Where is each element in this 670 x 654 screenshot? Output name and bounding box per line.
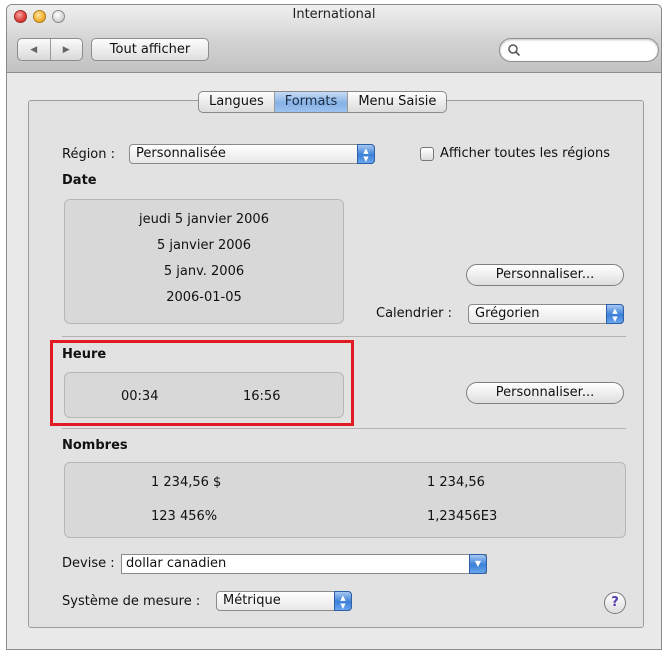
currency-combo[interactable]: dollar canadien ▼ [121,554,487,574]
tab-bar: Langues Formats Menu Saisie [198,91,448,113]
measure-popup[interactable]: Métrique ▲ ▼ [216,591,352,611]
numbers-samples-box: 1 234,56 $ 1 234,56 123 456% 1,23456E3 [64,462,626,538]
currency-value: dollar canadien [126,556,227,571]
show-all-regions-label: Afficher toutes les régions [440,146,611,161]
calendar-label: Calendrier : [376,306,452,321]
date-heading: Date [62,173,97,188]
help-button[interactable]: ? [604,592,626,614]
calendar-value: Grégorien [475,306,540,321]
search-input[interactable] [499,38,659,62]
scientific-sample: 1,23456E3 [427,509,498,524]
currency-label: Devise : [62,556,115,571]
show-all-button[interactable]: Tout afficher [91,38,209,61]
measure-value: Métrique [223,593,281,608]
back-arrow-icon[interactable]: ◀ [18,39,51,60]
calendar-popup[interactable]: Grégorien ▲ ▼ [468,304,624,324]
divider [62,336,626,337]
search-icon [508,44,521,57]
region-value: Personnalisée [136,146,226,161]
title-bar: International ◀ ▶ Tout afficher [7,5,661,73]
currency-sample: 1 234,56 $ [151,475,222,490]
region-label: Région : [62,147,116,162]
divider [62,428,626,429]
tab-langues[interactable]: Langues [199,92,275,112]
tab-menu-saisie[interactable]: Menu Saisie [348,92,446,112]
window-title: International [292,7,376,22]
date-customize-button[interactable]: Personnaliser... [466,264,624,286]
date-sample-numeric: 2006-01-05 [166,290,242,305]
chevron-down-icon[interactable]: ▼ [469,554,487,574]
forward-arrow-icon[interactable]: ▶ [51,39,83,60]
decimal-sample: 1 234,56 [427,475,485,490]
percent-sample: 123 456% [151,509,218,524]
popup-arrows-icon: ▲ ▼ [334,591,352,611]
region-popup[interactable]: Personnalisée ▲ ▼ [129,144,375,164]
date-sample-medium: 5 janvier 2006 [156,238,252,253]
date-sample-short: 5 janv. 2006 [163,264,245,279]
time-customize-button[interactable]: Personnaliser... [466,382,624,404]
numbers-heading: Nombres [62,438,128,453]
show-all-regions-checkbox[interactable] [420,147,434,161]
date-sample-long: jeudi 5 janvier 2006 [139,212,269,227]
time-highlight-box [50,340,354,426]
popup-arrows-icon: ▲ ▼ [606,304,624,324]
date-samples-box: jeudi 5 janvier 2006 5 janvier 2006 5 ja… [64,199,344,324]
tab-formats[interactable]: Formats [274,92,349,112]
popup-arrows-icon: ▲ ▼ [357,144,375,164]
measure-label: Système de mesure : [62,594,201,609]
back-forward-control: ◀ ▶ [17,38,83,61]
